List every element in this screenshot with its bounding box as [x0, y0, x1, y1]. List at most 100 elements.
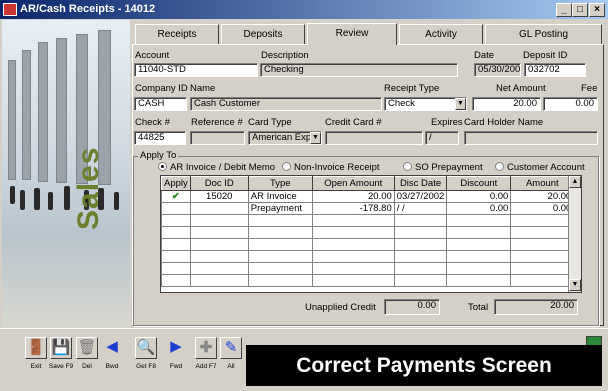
cell-type[interactable]: Prepayment	[247, 202, 313, 215]
check-number-field[interactable]: 44825	[134, 131, 186, 145]
chevron-down-icon: ▼	[310, 132, 321, 144]
correct-payments-banner: Correct Payments Screen	[246, 345, 602, 386]
cell-discount[interactable]: 0.00	[446, 202, 512, 215]
apply-all-icon[interactable]: ✎	[220, 337, 242, 359]
toolbar-all-label: All	[227, 363, 235, 370]
company-id-label: Company ID	[135, 83, 188, 94]
tab-deposits[interactable]: Deposits	[221, 24, 305, 44]
radio-non-invoice[interactable]: Non-Invoice Receipt	[282, 162, 380, 173]
cell-doc-id[interactable]	[189, 202, 249, 215]
tab-review[interactable]: Review	[307, 23, 397, 45]
radio-icon	[282, 162, 291, 171]
fee-label: Fee	[581, 83, 598, 94]
table-row[interactable]: Prepayment -178.80 / / 0.00 0.00	[161, 202, 575, 215]
check-number-label: Check #	[135, 117, 170, 128]
magnifier-icon[interactable]: 🔍	[135, 337, 157, 359]
check-icon[interactable]: ✔	[161, 190, 191, 203]
toolbar-save-label: Save F9	[48, 363, 74, 370]
plus-icon[interactable]: ✚	[195, 337, 217, 359]
unapplied-credit-label: Unapplied Credit	[305, 302, 376, 313]
col-type[interactable]: Type	[247, 176, 313, 191]
table-row[interactable]	[161, 262, 575, 275]
col-open-amount[interactable]: Open Amount	[311, 176, 395, 191]
col-doc-id[interactable]: Doc ID	[189, 176, 249, 191]
receipt-type-label: Receipt Type	[384, 83, 440, 94]
radio-so-prepayment[interactable]: SO Prepayment	[403, 162, 483, 173]
description-field: Checking	[260, 63, 458, 77]
col-apply[interactable]: Apply	[161, 176, 191, 191]
radio-icon	[403, 162, 412, 171]
grid-scrollbar[interactable]: ▲ ▼	[568, 176, 581, 292]
scroll-up-icon[interactable]: ▲	[569, 176, 581, 188]
toolbar-exit-label: Exit	[30, 363, 42, 370]
apply-to-label: Apply To	[138, 150, 179, 161]
name-label: Name	[190, 83, 216, 94]
date-field: 05/30/2002	[474, 63, 521, 77]
cell-open-amount[interactable]: -178.80	[311, 202, 395, 215]
cell-discount[interactable]: 0.00	[446, 190, 512, 203]
cell-doc-id[interactable]: 15020	[189, 190, 249, 203]
deposit-id-field[interactable]: 032702	[524, 63, 586, 77]
net-amount-label: Net Amount	[496, 83, 546, 94]
cell-open-amount[interactable]: 20.00	[311, 190, 395, 203]
cell-type[interactable]: AR Invoice	[247, 190, 313, 203]
table-row[interactable]: ✔ 15020 AR Invoice 20.00 03/27/2002 0.00…	[161, 190, 575, 203]
cell-amount[interactable]: 20.00	[510, 190, 575, 203]
cell-amount[interactable]: 0.00	[510, 202, 575, 215]
col-amount[interactable]: Amount	[510, 176, 575, 191]
total-label: Total	[468, 302, 489, 313]
fee-field[interactable]: 0.00	[543, 97, 598, 111]
table-row[interactable]	[161, 226, 575, 239]
arrow-right-icon[interactable]: ▶	[165, 337, 187, 359]
description-label: Description	[261, 50, 309, 61]
chevron-down-icon[interactable]: ▼	[455, 98, 466, 110]
expires-field: /	[425, 131, 459, 145]
scroll-down-icon[interactable]: ▼	[569, 279, 581, 291]
col-disc-date[interactable]: Disc Date	[393, 176, 448, 191]
deposit-id-label: Deposit ID	[523, 50, 568, 61]
tab-activity[interactable]: Activity	[399, 24, 483, 44]
apply-table: Apply Doc ID Type Open Amount Disc Date …	[161, 176, 575, 287]
toolbar-add-label: Add F7	[195, 363, 217, 370]
tab-gl-posting[interactable]: GL Posting	[485, 24, 602, 44]
col-discount[interactable]: Discount	[446, 176, 512, 191]
toolbar-bwd-label: Bwd	[105, 363, 119, 370]
floppy-disk-icon[interactable]: 💾	[50, 337, 72, 359]
radio-icon	[158, 162, 167, 171]
window-title: AR/Cash Receipts - 14012	[20, 3, 156, 15]
unapplied-credit-field: 0.00	[384, 299, 440, 315]
apply-grid[interactable]: Apply Doc ID Type Open Amount Disc Date …	[160, 175, 582, 293]
exit-door-icon[interactable]: 🚪	[25, 337, 47, 359]
total-field: 20.00	[494, 299, 578, 315]
card-holder-label: Card Holder Name	[464, 117, 544, 128]
cell-apply[interactable]	[161, 202, 191, 215]
net-amount-field[interactable]: 20.00	[472, 97, 541, 111]
account-field[interactable]: 11040-STD	[134, 63, 258, 77]
cell-disc-date[interactable]: / /	[393, 202, 448, 215]
minimize-button[interactable]: _	[556, 3, 572, 17]
table-row[interactable]	[161, 274, 575, 287]
credit-card-field	[325, 131, 423, 145]
toolbar-get-label: Get F8	[136, 363, 156, 370]
company-id-field[interactable]: CASH	[134, 97, 187, 111]
card-holder-field	[464, 131, 598, 145]
tab-receipts[interactable]: Receipts	[135, 24, 219, 44]
table-row[interactable]	[161, 238, 575, 251]
radio-ar-invoice[interactable]: AR Invoice / Debit Memo	[158, 162, 275, 173]
cell-disc-date[interactable]: 03/27/2002	[393, 190, 448, 203]
card-type-label: Card Type	[248, 117, 292, 128]
sidebar-picture: Sales	[2, 20, 130, 328]
receipt-type-select[interactable]: Check ▼	[384, 97, 467, 111]
expires-label: Expires	[431, 117, 463, 128]
arrow-left-icon[interactable]: ◀	[101, 337, 123, 359]
sales-label: Sales	[72, 146, 105, 230]
maximize-button[interactable]: □	[572, 3, 588, 17]
table-row[interactable]	[161, 214, 575, 227]
trash-can-icon[interactable]: 🗑	[76, 337, 98, 359]
account-label: Account	[135, 50, 170, 61]
card-type-value: American Expr	[252, 132, 315, 143]
date-label: Date	[474, 50, 495, 61]
radio-customer-account[interactable]: Customer Account	[495, 162, 585, 173]
table-row[interactable]	[161, 250, 575, 263]
close-button[interactable]: ×	[589, 3, 605, 17]
